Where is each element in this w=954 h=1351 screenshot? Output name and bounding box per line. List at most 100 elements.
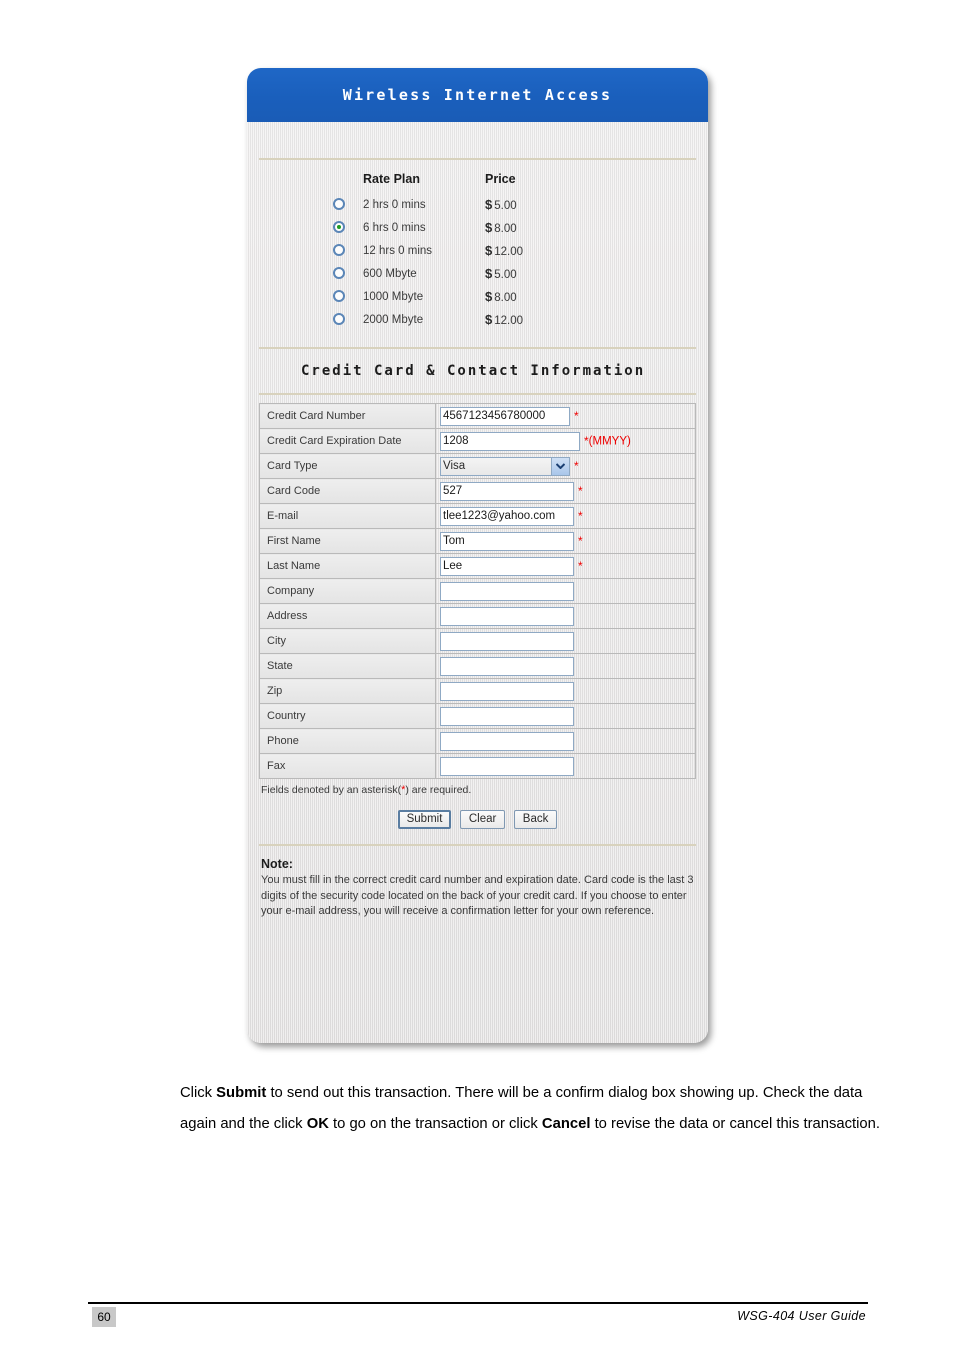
currency-symbol: $ [485, 197, 493, 212]
prose-part-3: to go on the transaction or click [328, 1116, 542, 1132]
required-asterisk: * [574, 409, 579, 423]
address-input[interactable] [440, 606, 574, 626]
table-row[interactable]: 600 Mbyte $5.00 [333, 264, 523, 287]
table-row[interactable]: 2000 Mbyte $12.00 [333, 310, 523, 333]
price-column-header: Price [485, 172, 516, 186]
rate-plan-column-header: Rate Plan [363, 172, 420, 186]
footer-divider [88, 1302, 868, 1304]
rate-plan-radio-1[interactable] [333, 221, 345, 234]
price-amount: 12.00 [494, 246, 524, 258]
table-row[interactable]: 2 hrs 0 mins $5.00 [333, 195, 523, 218]
rate-plan-radio-3[interactable] [333, 267, 345, 280]
form-button-row: Submit Clear Back [259, 796, 696, 844]
rate-plan-price-5: $12.00 [485, 310, 523, 333]
rate-plan-radio-cell-0[interactable] [333, 195, 363, 218]
cell-card-code: 527 * [435, 478, 696, 504]
table-row: Last Name Lee * [259, 553, 696, 579]
section-heading: Credit Card & Contact Information [301, 363, 646, 379]
zip-input[interactable] [440, 681, 574, 701]
price-amount: 5.00 [494, 200, 517, 212]
cell-city [435, 628, 696, 654]
table-row: Card Code 527 * [259, 478, 696, 504]
label-company: Company [259, 578, 436, 604]
prose-bold-ok: OK [306, 1116, 329, 1132]
rate-plan-table: Rate Plan Price 2 hrs 0 mins $5.00 6 hrs… [333, 172, 523, 333]
submit-button[interactable]: Submit [397, 810, 452, 830]
cell-expiration-date: 1208 *(MMYY) [435, 428, 696, 454]
rate-plan-radio-2[interactable] [333, 244, 345, 257]
rate-plan-radio-cell-2[interactable] [333, 241, 363, 264]
cell-last-name: Lee * [435, 553, 696, 579]
table-row: Company [259, 578, 696, 604]
email-field[interactable]: tlee1223@yahoo.com [440, 506, 574, 526]
panel-body: Rate Plan Price 2 hrs 0 mins $5.00 6 hrs… [247, 122, 708, 920]
rate-plan-radio-cell-4[interactable] [333, 287, 363, 310]
card-type-selected-value: Visa [443, 459, 466, 472]
table-row: First Name Tom * [259, 528, 696, 554]
table-row: Card Type Visa * [259, 453, 696, 479]
required-note-suffix: ) are required. [405, 784, 472, 796]
panel-header: Wireless Internet Access [247, 68, 708, 122]
rate-plan-radio-cell-3[interactable] [333, 264, 363, 287]
credit-card-form: Credit Card Number 4567123456780000 * Cre… [259, 395, 696, 796]
cell-company [435, 578, 696, 604]
table-row: Address [259, 603, 696, 629]
credit-card-number-input[interactable]: 4567123456780000 [440, 406, 570, 426]
table-row[interactable]: 1000 Mbyte $8.00 [333, 287, 523, 310]
table-row: State [259, 653, 696, 679]
body-paragraph: Click Submit to send out this transactio… [180, 1078, 880, 1140]
back-button[interactable]: Back [513, 810, 558, 830]
rate-plan-label-4: 1000 Mbyte [363, 290, 424, 303]
clear-button[interactable]: Clear [459, 810, 506, 830]
label-state: State [259, 653, 436, 679]
fax-input[interactable] [440, 756, 574, 776]
rate-plan-radio-4[interactable] [333, 290, 345, 303]
label-email: E-mail [259, 503, 436, 529]
table-row: Country [259, 703, 696, 729]
credit-card-form-table: Credit Card Number 4567123456780000 * Cre… [259, 403, 696, 779]
city-input[interactable] [440, 631, 574, 651]
label-expiration-date: Credit Card Expiration Date [259, 428, 436, 454]
expiration-date-input[interactable]: 1208 [440, 431, 580, 451]
cell-state [435, 653, 696, 679]
last-name-input[interactable]: Lee [440, 556, 574, 576]
page-number: 60 [92, 1307, 116, 1327]
rate-plan-radio-cell-5[interactable] [333, 310, 363, 333]
wireless-internet-access-screenshot: Wireless Internet Access Rate Plan Price… [247, 68, 708, 1043]
card-type-select[interactable]: Visa [440, 456, 570, 476]
currency-symbol: $ [485, 220, 493, 235]
cell-address [435, 603, 696, 629]
price-amount: 5.00 [494, 269, 517, 281]
phone-input[interactable] [440, 731, 574, 751]
state-input[interactable] [440, 656, 574, 676]
rate-plan-header-spacer [333, 172, 363, 195]
prose-bold-cancel: Cancel [541, 1116, 591, 1132]
table-row: Credit Card Expiration Date 1208 *(MMYY) [259, 428, 696, 454]
company-input[interactable] [440, 581, 574, 601]
cell-zip [435, 678, 696, 704]
country-input[interactable] [440, 706, 574, 726]
prose-part-4: to revise the data or cancel this transa… [590, 1116, 880, 1132]
rate-plan-label-2: 12 hrs 0 mins [363, 244, 433, 257]
cell-credit-card-number: 4567123456780000 * [435, 403, 696, 429]
rate-plan-price-1: $8.00 [485, 218, 523, 241]
footer-guide-title: WSG-404 User Guide [737, 1309, 866, 1323]
label-country: Country [259, 703, 436, 729]
rate-plan-radio-5[interactable] [333, 313, 345, 326]
rate-plan-header-row: Rate Plan Price [333, 172, 523, 195]
required-asterisk: * [578, 534, 583, 548]
chevron-down-icon[interactable] [551, 457, 569, 475]
cell-phone [435, 728, 696, 754]
rate-plan-section: Rate Plan Price 2 hrs 0 mins $5.00 6 hrs… [259, 160, 696, 347]
table-row[interactable]: 12 hrs 0 mins $12.00 [333, 241, 523, 264]
required-asterisk: * [578, 559, 583, 573]
table-row: E-mail tlee1223@yahoo.com * [259, 503, 696, 529]
rate-plan-label-3: 600 Mbyte [363, 267, 417, 280]
rate-plan-radio-0[interactable] [333, 198, 345, 211]
first-name-input[interactable]: Tom [440, 531, 574, 551]
table-row: Credit Card Number 4567123456780000 * [259, 403, 696, 429]
table-row[interactable]: 6 hrs 0 mins $8.00 [333, 218, 523, 241]
rate-plan-radio-cell-1[interactable] [333, 218, 363, 241]
rate-plan-label-1: 6 hrs 0 mins [363, 221, 426, 234]
card-code-input[interactable]: 527 [440, 481, 574, 501]
